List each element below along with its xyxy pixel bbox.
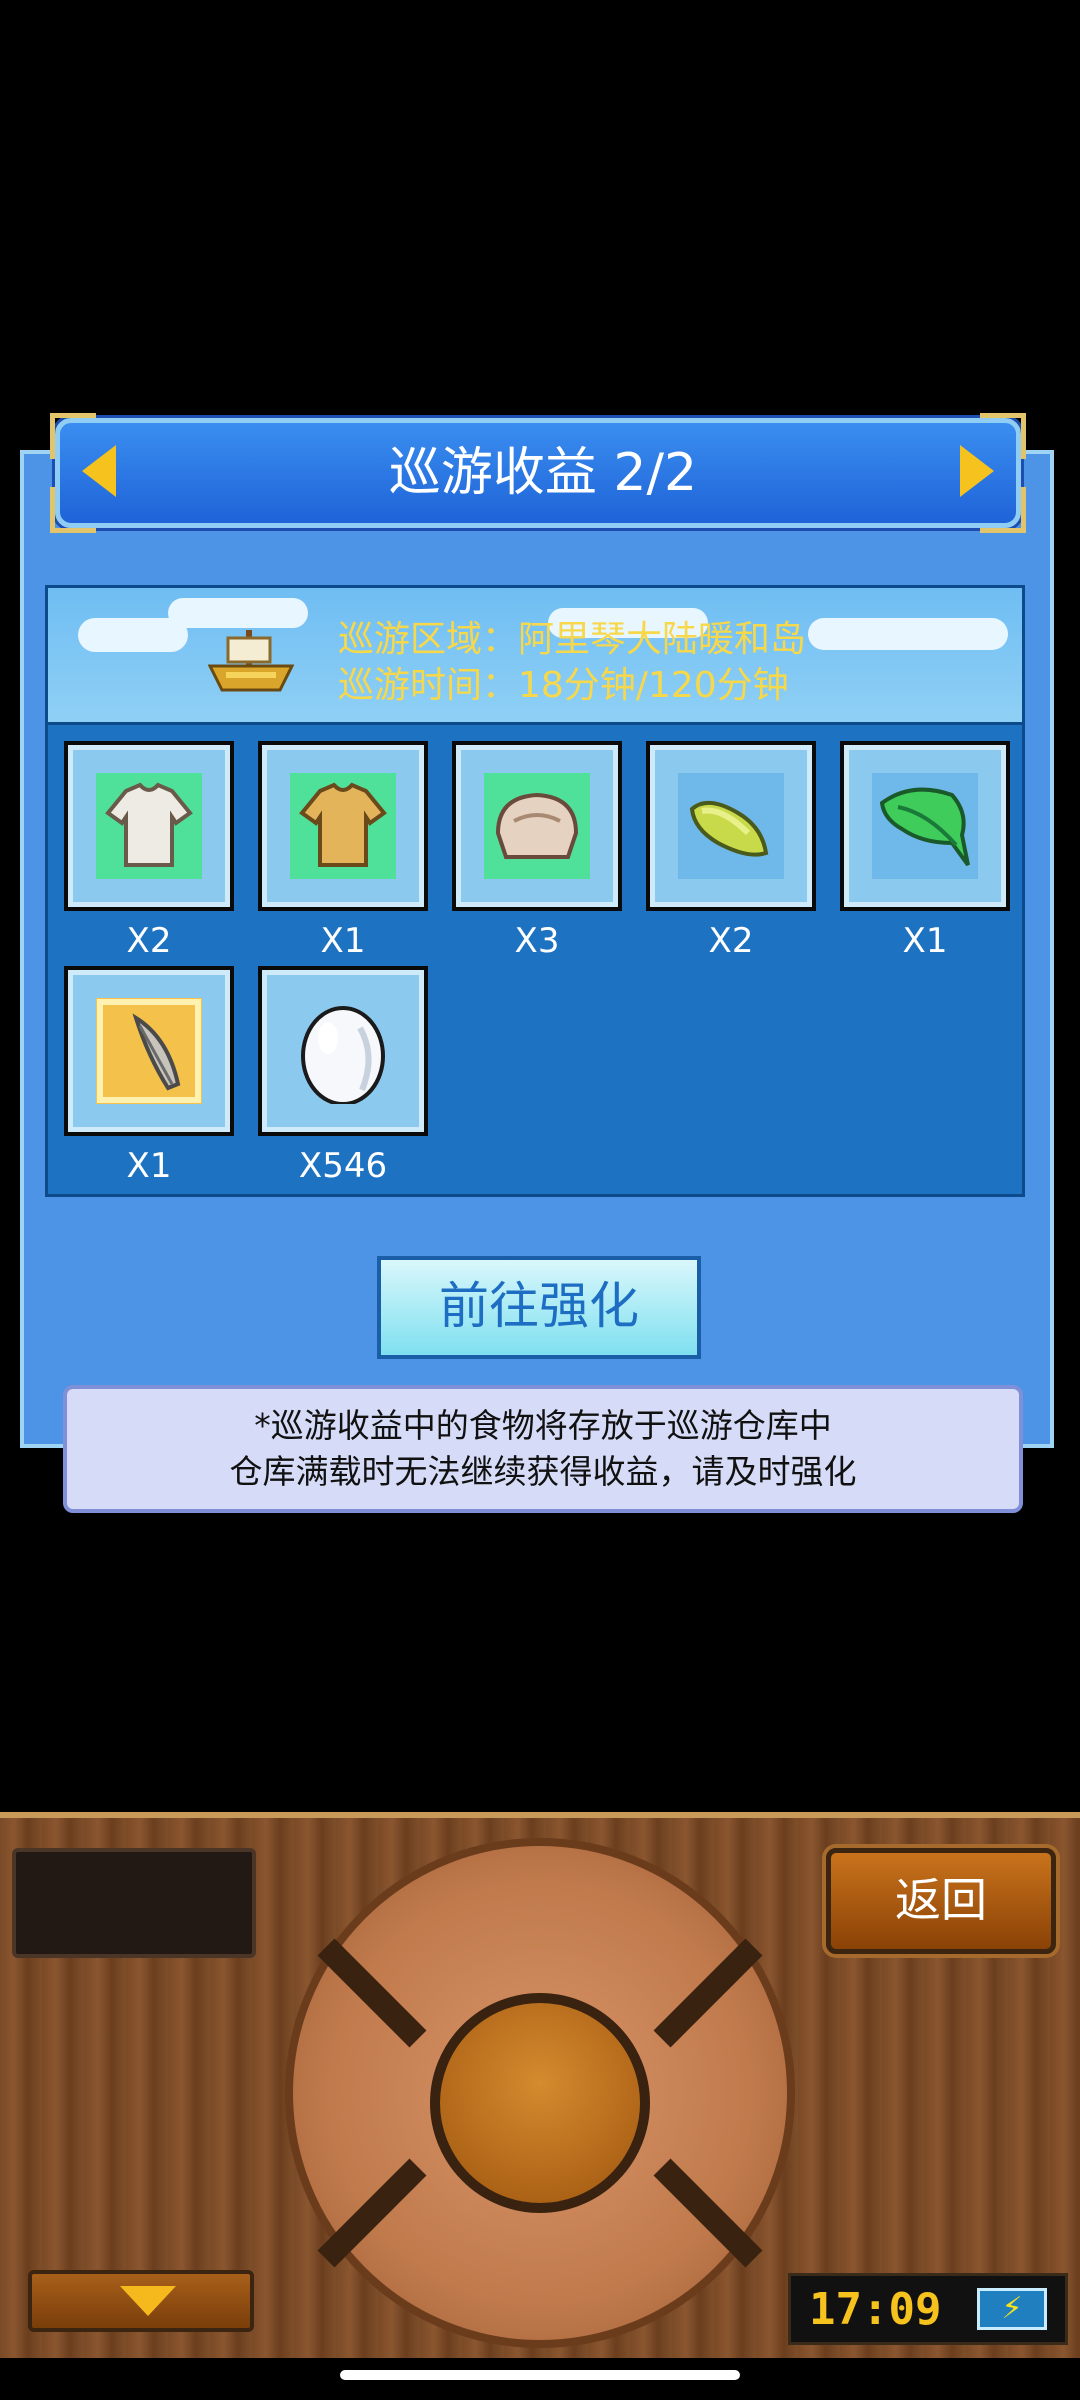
feather-quill-icon	[96, 998, 202, 1104]
reward-item-white-shirt[interactable]	[64, 741, 234, 911]
cruise-area-text: 巡游区域：阿里琴大陆暖和岛	[338, 619, 807, 660]
confirm-center-button[interactable]	[430, 1993, 650, 2213]
white-shirt-icon	[96, 773, 202, 879]
dialog-title: 巡游收益 2/2	[388, 443, 698, 503]
reward-item-quantity: X2	[708, 921, 754, 961]
dark-display-slot	[12, 1848, 256, 1958]
reward-item-egg[interactable]	[258, 966, 428, 1136]
cruise-info-band: 巡游区域：阿里琴大陆暖和岛 巡游时间：18分钟/120分钟	[48, 588, 1022, 725]
clock-display: 17:09 ⚡	[788, 2273, 1068, 2345]
green-leaf-icon	[872, 773, 978, 879]
note-line-1: *巡游收益中的食物将存放于巡游仓库中	[254, 1406, 832, 1445]
note-line-2: 仓库满载时无法继续获得收益，请及时强化	[229, 1452, 857, 1491]
ship-icon	[207, 626, 295, 696]
home-indicator[interactable]	[340, 2370, 740, 2380]
bread-icon	[484, 773, 590, 879]
reward-item-quantity: X1	[902, 921, 948, 961]
reward-item-feather-quill[interactable]	[64, 966, 234, 1136]
device-control-panel: 返回 17:09 ⚡	[0, 1812, 1080, 2358]
reward-item-yellow-shirt[interactable]	[258, 741, 428, 911]
reward-item-quantity: X546	[298, 1146, 388, 1186]
menu-down-button[interactable]	[28, 2270, 254, 2332]
corn-icon	[678, 773, 784, 879]
back-button[interactable]: 返回	[826, 1848, 1056, 1954]
cruise-time-text: 巡游时间：18分钟/120分钟	[338, 665, 789, 706]
reward-item-green-leaf[interactable]	[840, 741, 1010, 911]
reward-item-quantity: X2	[126, 921, 172, 961]
yellow-shirt-icon	[290, 773, 396, 879]
rewards-panel: 巡游区域：阿里琴大陆暖和岛 巡游时间：18分钟/120分钟 X2 X1 X3 X…	[45, 585, 1025, 1197]
dialog-title-bar: 巡游收益 2/2	[50, 413, 1026, 533]
go-enhance-button[interactable]: 前往强化	[377, 1256, 701, 1359]
reward-item-quantity: X3	[514, 921, 560, 961]
reward-item-corn[interactable]	[646, 741, 816, 911]
next-page-arrow-icon[interactable]	[960, 445, 994, 497]
cloud-decoration	[168, 598, 308, 628]
clock-time: 17:09	[809, 2284, 942, 2335]
cloud-decoration	[808, 618, 1008, 650]
battery-charging-icon: ⚡	[977, 2288, 1047, 2330]
reward-item-bread[interactable]	[452, 741, 622, 911]
egg-icon	[290, 998, 396, 1106]
storage-note: *巡游收益中的食物将存放于巡游仓库中 仓库满载时无法继续获得收益，请及时强化	[63, 1385, 1023, 1513]
reward-item-quantity: X1	[320, 921, 366, 961]
down-arrow-icon	[120, 2286, 176, 2316]
reward-item-quantity: X1	[126, 1146, 172, 1186]
